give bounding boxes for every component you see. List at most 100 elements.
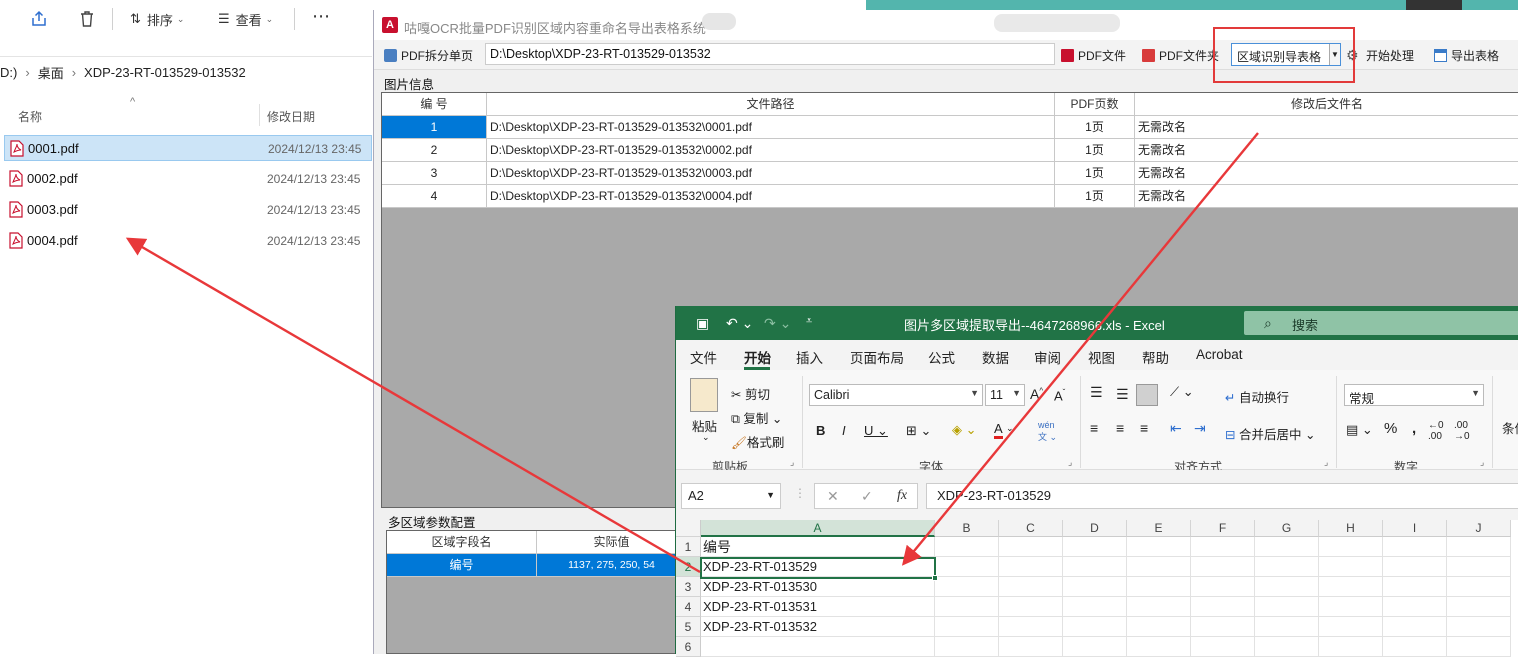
align-left-icon[interactable]: ≡ — [1090, 420, 1098, 436]
increase-indent-icon[interactable]: ⇥ — [1194, 420, 1206, 437]
column-header-modified[interactable]: 修改日期 — [267, 108, 315, 125]
file-row[interactable]: 0002.pdf 2024/12/13 23:45 — [4, 166, 372, 192]
merge-center-button[interactable]: ⊟ 合并后居中 ⌄ — [1225, 424, 1315, 443]
customize-toolbar-icon[interactable]: ⩡ — [806, 315, 812, 328]
ribbon-tab[interactable]: 公式 — [928, 347, 955, 367]
sheet-cell[interactable] — [935, 557, 999, 577]
sheet-cell[interactable] — [1063, 597, 1127, 617]
sheet-cell[interactable] — [1319, 537, 1383, 557]
cut-button[interactable]: ✂ 剪切 — [731, 384, 770, 403]
sheet-cell[interactable] — [1447, 557, 1511, 577]
sheet-cell[interactable] — [1447, 617, 1511, 637]
increase-font-icon[interactable]: A^ — [1030, 386, 1043, 402]
comma-style-icon[interactable]: , — [1412, 420, 1416, 437]
sheet-cell[interactable] — [1191, 557, 1255, 577]
sheet-cell[interactable] — [1255, 557, 1319, 577]
sheet-cell[interactable] — [1127, 617, 1191, 637]
ribbon-tab[interactable]: 文件 — [690, 347, 717, 367]
sheet-cell[interactable]: XDP-23-RT-013532 — [701, 617, 935, 637]
sheet-cell[interactable]: XDP-23-RT-013531 — [701, 597, 935, 617]
view-button[interactable]: ☰ 查看 ⌄ — [218, 8, 273, 30]
sheet-cell[interactable] — [1191, 537, 1255, 557]
sheet-cell[interactable] — [1063, 637, 1127, 657]
dialog-launcher-icon[interactable]: ⌟ — [1324, 457, 1328, 468]
decrease-decimal-icon[interactable]: .00 →0 — [1454, 420, 1470, 442]
wrap-text-button[interactable]: ↵ 自动换行 — [1225, 387, 1289, 406]
row-header[interactable]: 6 — [676, 637, 701, 657]
font-color-icon[interactable]: A — [994, 422, 1003, 439]
align-bottom-icon[interactable] — [1136, 384, 1158, 406]
sheet-cell[interactable] — [1063, 617, 1127, 637]
copy-button[interactable]: ⧉ 复制 ⌄ — [731, 408, 782, 427]
sheet-cell[interactable]: XDP-23-RT-013530 — [701, 577, 935, 597]
cancel-icon[interactable]: ✕ — [827, 488, 839, 505]
align-center-icon[interactable]: ≡ — [1116, 420, 1124, 436]
name-box[interactable]: A2 ▼ — [681, 483, 781, 509]
delete-icon[interactable] — [78, 8, 96, 30]
format-painter-button[interactable]: 🖌格式刷 — [731, 432, 784, 451]
fill-color-icon[interactable]: ◈ ⌄ — [952, 422, 977, 438]
file-row[interactable]: 0004.pdf 2024/12/13 23:45 — [4, 228, 372, 254]
column-header[interactable]: 区域字段名 — [387, 531, 537, 554]
undo-icon[interactable]: ↶ ⌄ — [726, 315, 753, 332]
percent-icon[interactable]: % — [1384, 420, 1397, 437]
row-header[interactable]: 3 — [676, 577, 701, 597]
paste-icon[interactable] — [690, 378, 718, 412]
decrease-indent-icon[interactable]: ⇤ — [1170, 420, 1182, 437]
fill-handle[interactable] — [932, 575, 938, 581]
table-row[interactable]: 编号 1137, 275, 250, 54 — [387, 554, 685, 577]
pdf-file-button[interactable]: PDF文件 — [1061, 46, 1126, 64]
sheet-cell[interactable] — [999, 637, 1063, 657]
number-format-select[interactable]: 常规 ▼ — [1344, 384, 1484, 406]
row-header[interactable]: 5 — [676, 617, 701, 637]
sheet-cell[interactable] — [935, 597, 999, 617]
ribbon-tab[interactable]: 数据 — [982, 347, 1009, 367]
sheet-cell[interactable] — [999, 617, 1063, 637]
more-options-icon[interactable]: ⋯ — [312, 5, 330, 27]
align-top-icon[interactable]: ☰ — [1090, 384, 1103, 401]
row-header[interactable]: 1 — [676, 537, 701, 557]
column-header[interactable]: F — [1191, 520, 1255, 537]
breadcrumb-drive[interactable]: D:) — [0, 65, 17, 80]
dialog-launcher-icon[interactable]: ⌟ — [1480, 457, 1484, 468]
sheet-cell[interactable] — [1383, 617, 1447, 637]
sheet-cell[interactable] — [999, 577, 1063, 597]
sheet-cell[interactable] — [1191, 577, 1255, 597]
sheet-cell[interactable] — [1063, 577, 1127, 597]
conditional-format-button[interactable]: 条件 — [1502, 418, 1518, 437]
table-row[interactable]: 1 D:\Desktop\XDP-23-RT-013529-013532\0001… — [382, 116, 1518, 139]
sheet-cell[interactable] — [1383, 597, 1447, 617]
column-header[interactable]: B — [935, 520, 999, 537]
path-input[interactable] — [485, 43, 1055, 65]
table-row[interactable]: 2 D:\Desktop\XDP-23-RT-013529-013532\0002… — [382, 139, 1518, 162]
chevron-down-icon[interactable]: ⌄ — [702, 432, 710, 443]
excel-search-box[interactable]: ⌕ 搜索 — [1244, 311, 1518, 335]
decrease-font-icon[interactable]: Aˇ — [1054, 388, 1065, 403]
sheet-cell[interactable] — [1255, 617, 1319, 637]
sheet-cell[interactable] — [999, 557, 1063, 577]
sheet-cell[interactable] — [1127, 637, 1191, 657]
increase-decimal-icon[interactable]: ←0.00 — [1428, 420, 1444, 442]
insert-function-icon[interactable]: fx — [897, 488, 907, 504]
accounting-format-icon[interactable]: ▤ ⌄ — [1346, 422, 1373, 438]
sheet-cell[interactable] — [1319, 597, 1383, 617]
italic-icon[interactable]: I — [842, 423, 846, 438]
sheet-cell[interactable] — [1191, 617, 1255, 637]
column-header[interactable]: 文件路径 — [487, 93, 1055, 116]
border-icon[interactable]: ⊞ ⌄ — [906, 423, 931, 439]
pdf-split-button[interactable]: PDF拆分单页 — [384, 46, 473, 64]
sheet-cell[interactable] — [1255, 577, 1319, 597]
font-size-select[interactable]: 11 ▼ — [985, 384, 1025, 406]
ribbon-tab[interactable]: 开始 — [744, 347, 771, 367]
orientation-icon[interactable]: ⟋ ⌄ — [1170, 384, 1194, 400]
sheet-cell[interactable] — [935, 617, 999, 637]
dialog-launcher-icon[interactable]: ⌟ — [1068, 457, 1072, 468]
column-header[interactable]: J — [1447, 520, 1511, 537]
sheet-cell[interactable] — [935, 637, 999, 657]
select-all-corner[interactable] — [676, 520, 701, 537]
file-row[interactable]: 0001.pdf 2024/12/13 23:45 — [4, 135, 372, 161]
file-row[interactable]: 0003.pdf 2024/12/13 23:45 — [4, 197, 372, 223]
sheet-cell[interactable] — [1063, 537, 1127, 557]
sheet-cell[interactable] — [1383, 637, 1447, 657]
sheet-cell[interactable] — [1319, 617, 1383, 637]
